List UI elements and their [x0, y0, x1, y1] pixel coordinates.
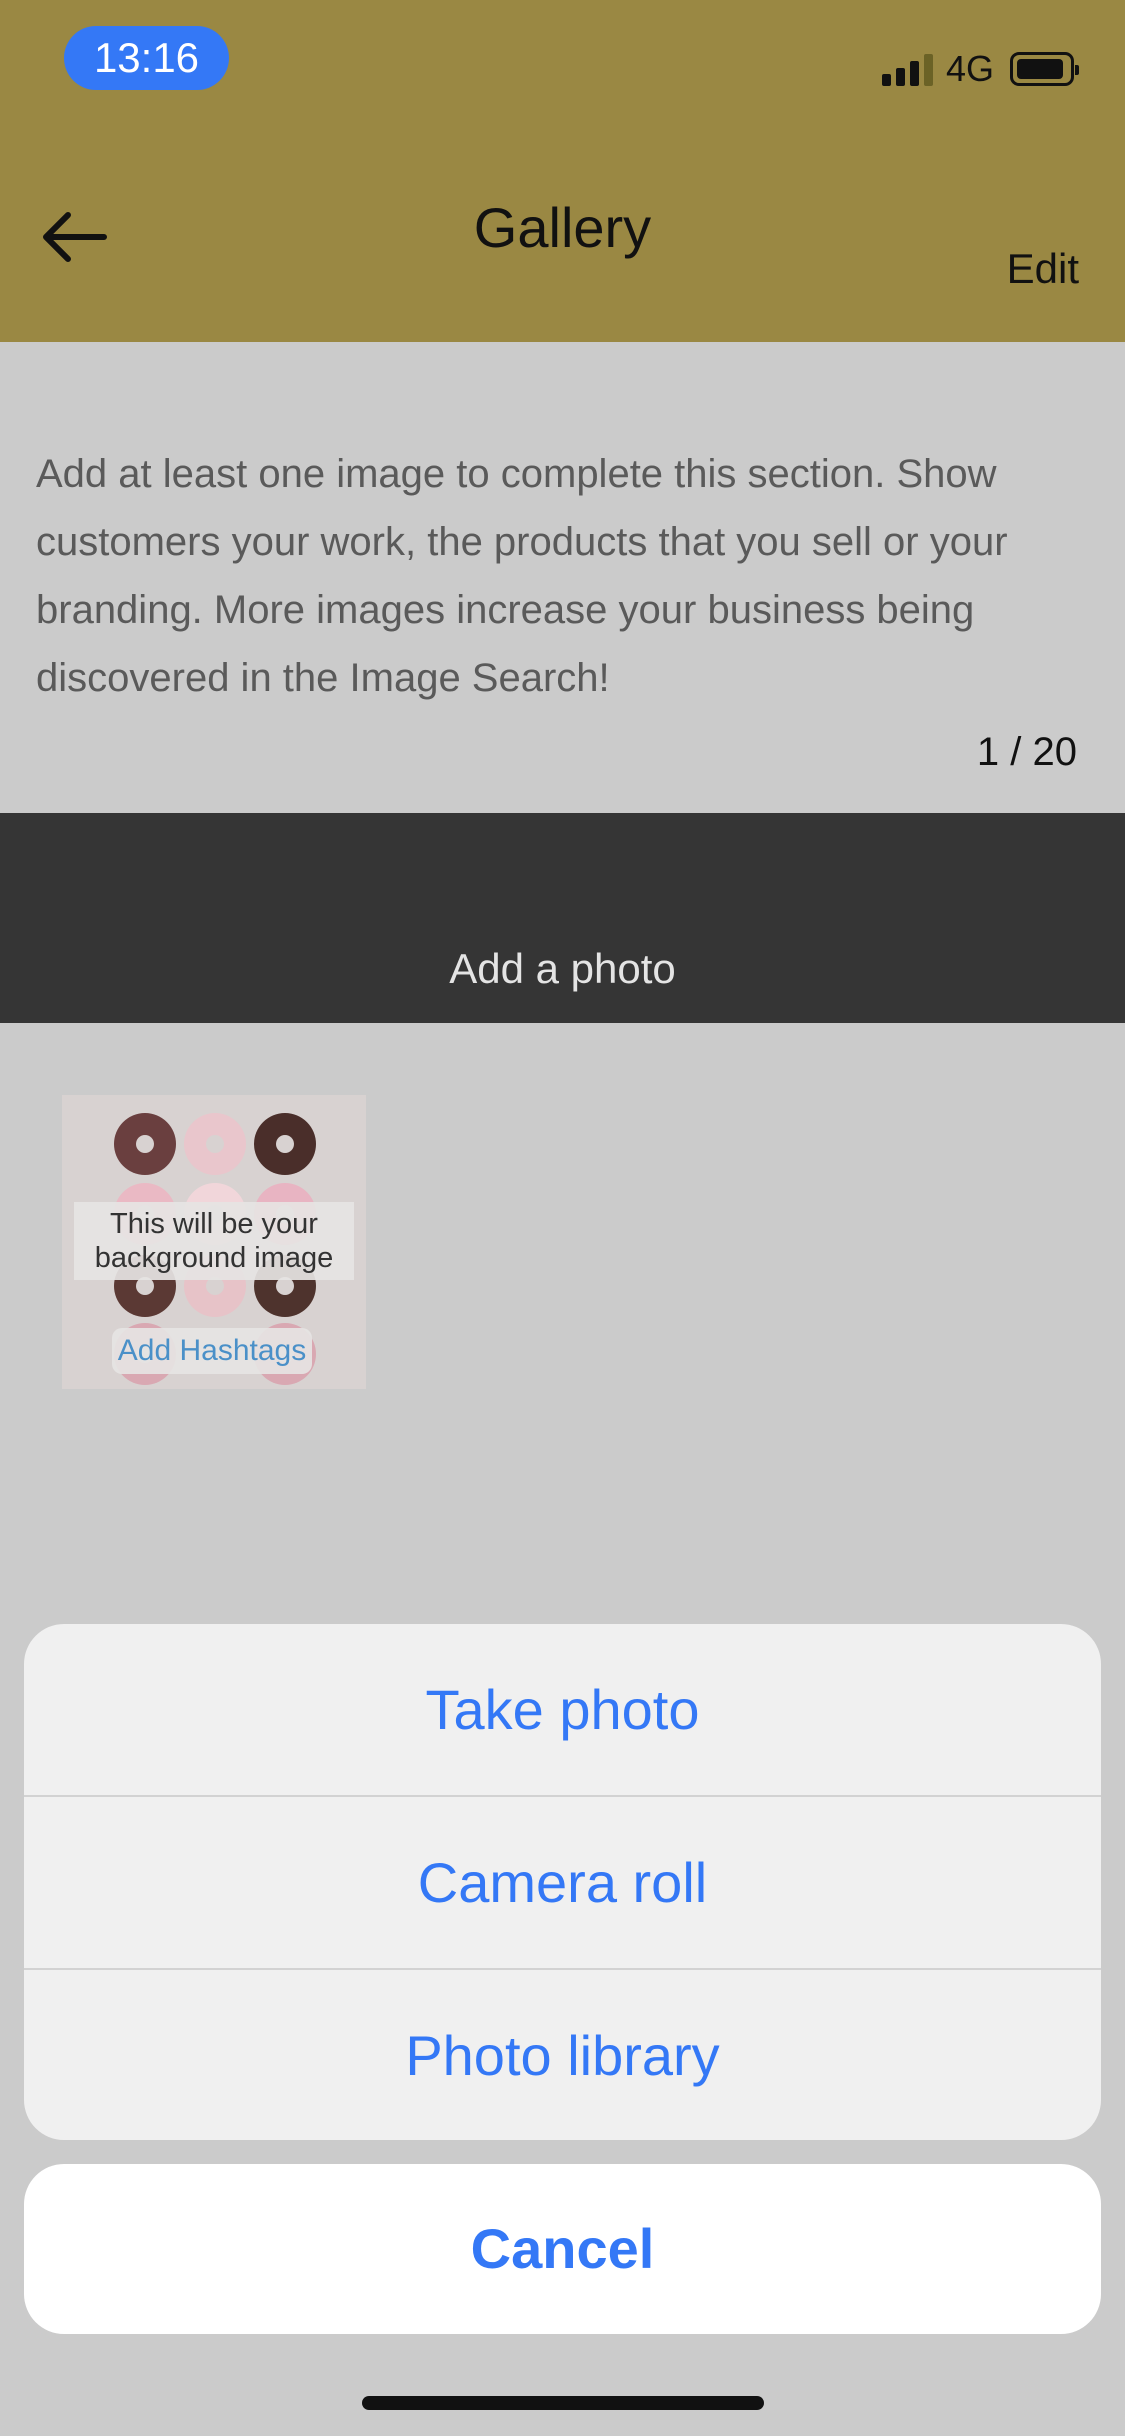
signal-icon [882, 52, 934, 86]
header-bar: 13:16 4G Gallery Edit [0, 0, 1125, 342]
donut-photo [254, 1113, 316, 1175]
section-description: Add at least one image to complete this … [36, 452, 1008, 700]
network-label: 4G [946, 48, 995, 89]
background-image-note: This will be your background image [74, 1202, 354, 1280]
donut-photo [184, 1113, 246, 1175]
add-photo-label[interactable]: Add a photo [0, 945, 1125, 993]
add-hashtags-button[interactable]: Add Hashtags [112, 1328, 312, 1374]
photo-library-option[interactable]: Photo library [24, 1970, 1101, 2140]
cancel-button[interactable]: Cancel [24, 2164, 1101, 2334]
status-time: 13:16 [64, 26, 229, 90]
gallery-image[interactable]: This will be your background image Add H… [62, 1095, 366, 1389]
edit-button[interactable]: Edit [1007, 245, 1079, 293]
take-photo-option[interactable]: Take photo [24, 1624, 1101, 1797]
camera-roll-option[interactable]: Camera roll [24, 1797, 1101, 1970]
donut-photo [114, 1113, 176, 1175]
page-title: Gallery [473, 196, 652, 259]
action-sheet: Take photo Camera roll Photo library [24, 1624, 1101, 2140]
home-indicator [362, 2396, 764, 2410]
battery-icon [1010, 52, 1079, 86]
image-counter: 1 / 20 [976, 730, 1077, 774]
